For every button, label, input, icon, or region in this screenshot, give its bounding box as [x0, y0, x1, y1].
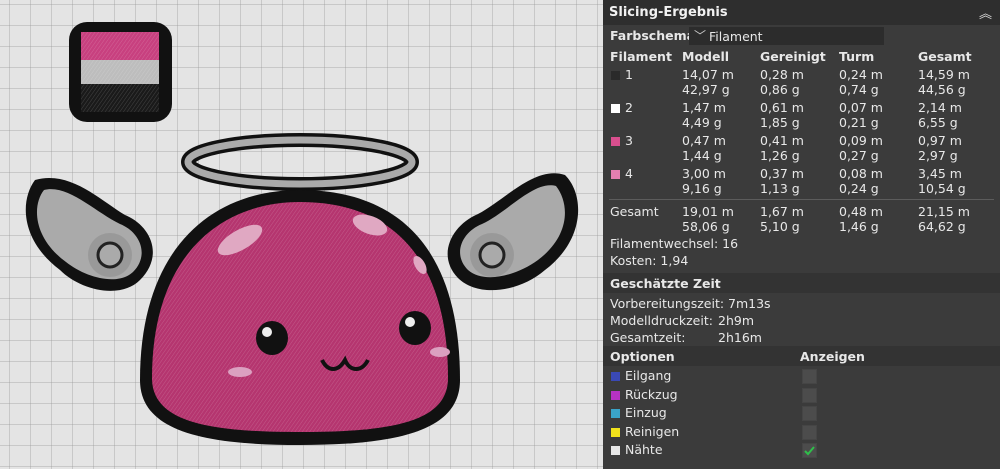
filament-color-swatch	[611, 170, 620, 179]
chevron-down-icon: ﹀	[694, 29, 707, 43]
option-label: Nähte	[625, 442, 663, 457]
cell-gereinigt-g: 1,85 g	[760, 115, 800, 130]
option-show-checkbox[interactable]	[802, 406, 817, 421]
panel-header[interactable]: Slicing-Ergebnis ︽	[603, 0, 1000, 25]
option-label: Reinigen	[625, 423, 680, 439]
cell-gereinigt-m: 0,37 m	[760, 166, 804, 181]
right-wing	[447, 173, 579, 291]
option-show-checkbox[interactable]	[802, 387, 817, 403]
left-wing	[25, 178, 153, 291]
total-turm-g: 1,46 g	[839, 219, 879, 234]
cell-turm-m: 0,09 m	[839, 133, 883, 148]
cell-gereinigt-m: 0,41 m	[760, 133, 804, 148]
option-label: Eilgang	[625, 368, 672, 383]
filament-color-swatch	[611, 104, 620, 113]
model-print-time-value: 2h9m	[718, 313, 755, 328]
color-scheme-dropdown[interactable]: ﹀ Filament	[689, 27, 884, 45]
cell-gesamt-g: 44,56 g	[918, 82, 966, 97]
total-time-label: Gesamtzeit:	[610, 330, 686, 345]
col-modell: Modell	[682, 49, 730, 64]
model-preview	[25, 22, 579, 445]
slime-body	[140, 190, 460, 445]
cell-gesamt-g: 2,97 g	[918, 148, 958, 163]
filament-id: 4	[625, 166, 633, 181]
col-gesamt: Gesamt	[918, 49, 972, 64]
time-section-title: Geschätzte Zeit	[610, 276, 721, 291]
cost: Kosten: 1,94	[610, 253, 689, 268]
model-print-time-label: Modelldruckzeit:	[610, 313, 713, 328]
option-label: Rückzug	[625, 386, 678, 402]
total-modell-m: 19,01 m	[682, 204, 734, 219]
filament-id: 2	[625, 100, 633, 115]
cell-modell-g: 1,44 g	[682, 148, 722, 163]
total-gesamt-m: 21,15 m	[918, 204, 970, 219]
options-title: Optionen	[610, 349, 675, 364]
cell-turm-m: 0,07 m	[839, 100, 883, 115]
check-icon	[804, 446, 815, 456]
halo	[181, 133, 419, 191]
cell-modell-m: 1,47 m	[682, 100, 726, 115]
total-modell-g: 58,06 g	[682, 219, 730, 234]
cell-gereinigt-m: 0,61 m	[760, 100, 804, 115]
option-color-swatch	[611, 446, 620, 455]
prime-tower	[69, 22, 172, 122]
cell-modell-m: 14,07 m	[682, 67, 734, 82]
cell-turm-g: 0,21 g	[839, 115, 879, 130]
total-label: Gesamt	[610, 204, 659, 219]
show-title: Anzeigen	[800, 349, 865, 364]
total-gesamt-g: 64,62 g	[918, 219, 966, 234]
option-label: Einzug	[625, 405, 667, 420]
option-color-swatch	[611, 390, 620, 400]
option-show-checkbox[interactable]	[802, 369, 817, 384]
cell-modell-m: 0,47 m	[682, 133, 726, 148]
time-section-header: Geschätzte Zeit	[603, 273, 1000, 293]
cell-gesamt-m: 3,45 m	[918, 166, 962, 181]
cell-gereinigt-m: 0,28 m	[760, 67, 804, 82]
cell-gereinigt-g: 1,26 g	[760, 148, 800, 163]
cell-turm-g: 0,24 g	[839, 181, 879, 196]
option-show-checkbox[interactable]	[802, 443, 817, 458]
panel-title: Slicing-Ergebnis	[609, 5, 728, 20]
slicing-result-panel: Slicing-Ergebnis ︽ Farbschema ﹀ Filament…	[603, 0, 1000, 469]
total-gereinigt-g: 5,10 g	[760, 219, 800, 234]
divider	[609, 199, 994, 200]
col-turm: Turm	[839, 49, 875, 64]
cell-gesamt-g: 10,54 g	[918, 181, 966, 196]
filament-id: 1	[625, 67, 633, 82]
3d-viewport[interactable]	[0, 0, 603, 469]
option-color-swatch	[611, 372, 620, 381]
cell-modell-g: 42,97 g	[682, 82, 730, 97]
cell-modell-m: 3,00 m	[682, 166, 726, 181]
cell-gesamt-m: 14,59 m	[918, 67, 970, 82]
option-color-swatch	[611, 409, 620, 418]
color-scheme-label: Farbschema	[610, 28, 696, 43]
filament-changes: Filamentwechsel: 16	[610, 236, 739, 251]
filament-color-swatch	[611, 137, 620, 146]
option-show-checkbox[interactable]	[802, 424, 817, 440]
cell-gereinigt-g: 1,13 g	[760, 181, 800, 196]
cell-turm-m: 0,08 m	[839, 166, 883, 181]
total-gereinigt-m: 1,67 m	[760, 204, 804, 219]
cell-gesamt-m: 2,14 m	[918, 100, 962, 115]
cell-turm-m: 0,24 m	[839, 67, 883, 82]
cell-turm-g: 0,27 g	[839, 148, 879, 163]
col-gereinigt: Gereinigt	[760, 49, 826, 64]
cell-turm-g: 0,74 g	[839, 82, 879, 97]
filament-id: 3	[625, 133, 633, 148]
options-section-header: Optionen Anzeigen	[603, 346, 1000, 366]
prep-time: Vorbereitungszeit: 7m13s	[610, 296, 771, 311]
option-color-swatch	[611, 427, 620, 437]
color-scheme-value: Filament	[709, 29, 763, 44]
collapse-icon[interactable]: ︽	[979, 3, 992, 22]
cell-gesamt-g: 6,55 g	[918, 115, 958, 130]
cell-gereinigt-g: 0,86 g	[760, 82, 800, 97]
cell-gesamt-m: 0,97 m	[918, 133, 962, 148]
col-filament: Filament	[610, 49, 672, 64]
cell-modell-g: 9,16 g	[682, 181, 722, 196]
total-time-value: 2h16m	[718, 330, 762, 345]
cell-modell-g: 4,49 g	[682, 115, 722, 130]
total-turm-m: 0,48 m	[839, 204, 883, 219]
filament-color-swatch	[611, 71, 620, 80]
